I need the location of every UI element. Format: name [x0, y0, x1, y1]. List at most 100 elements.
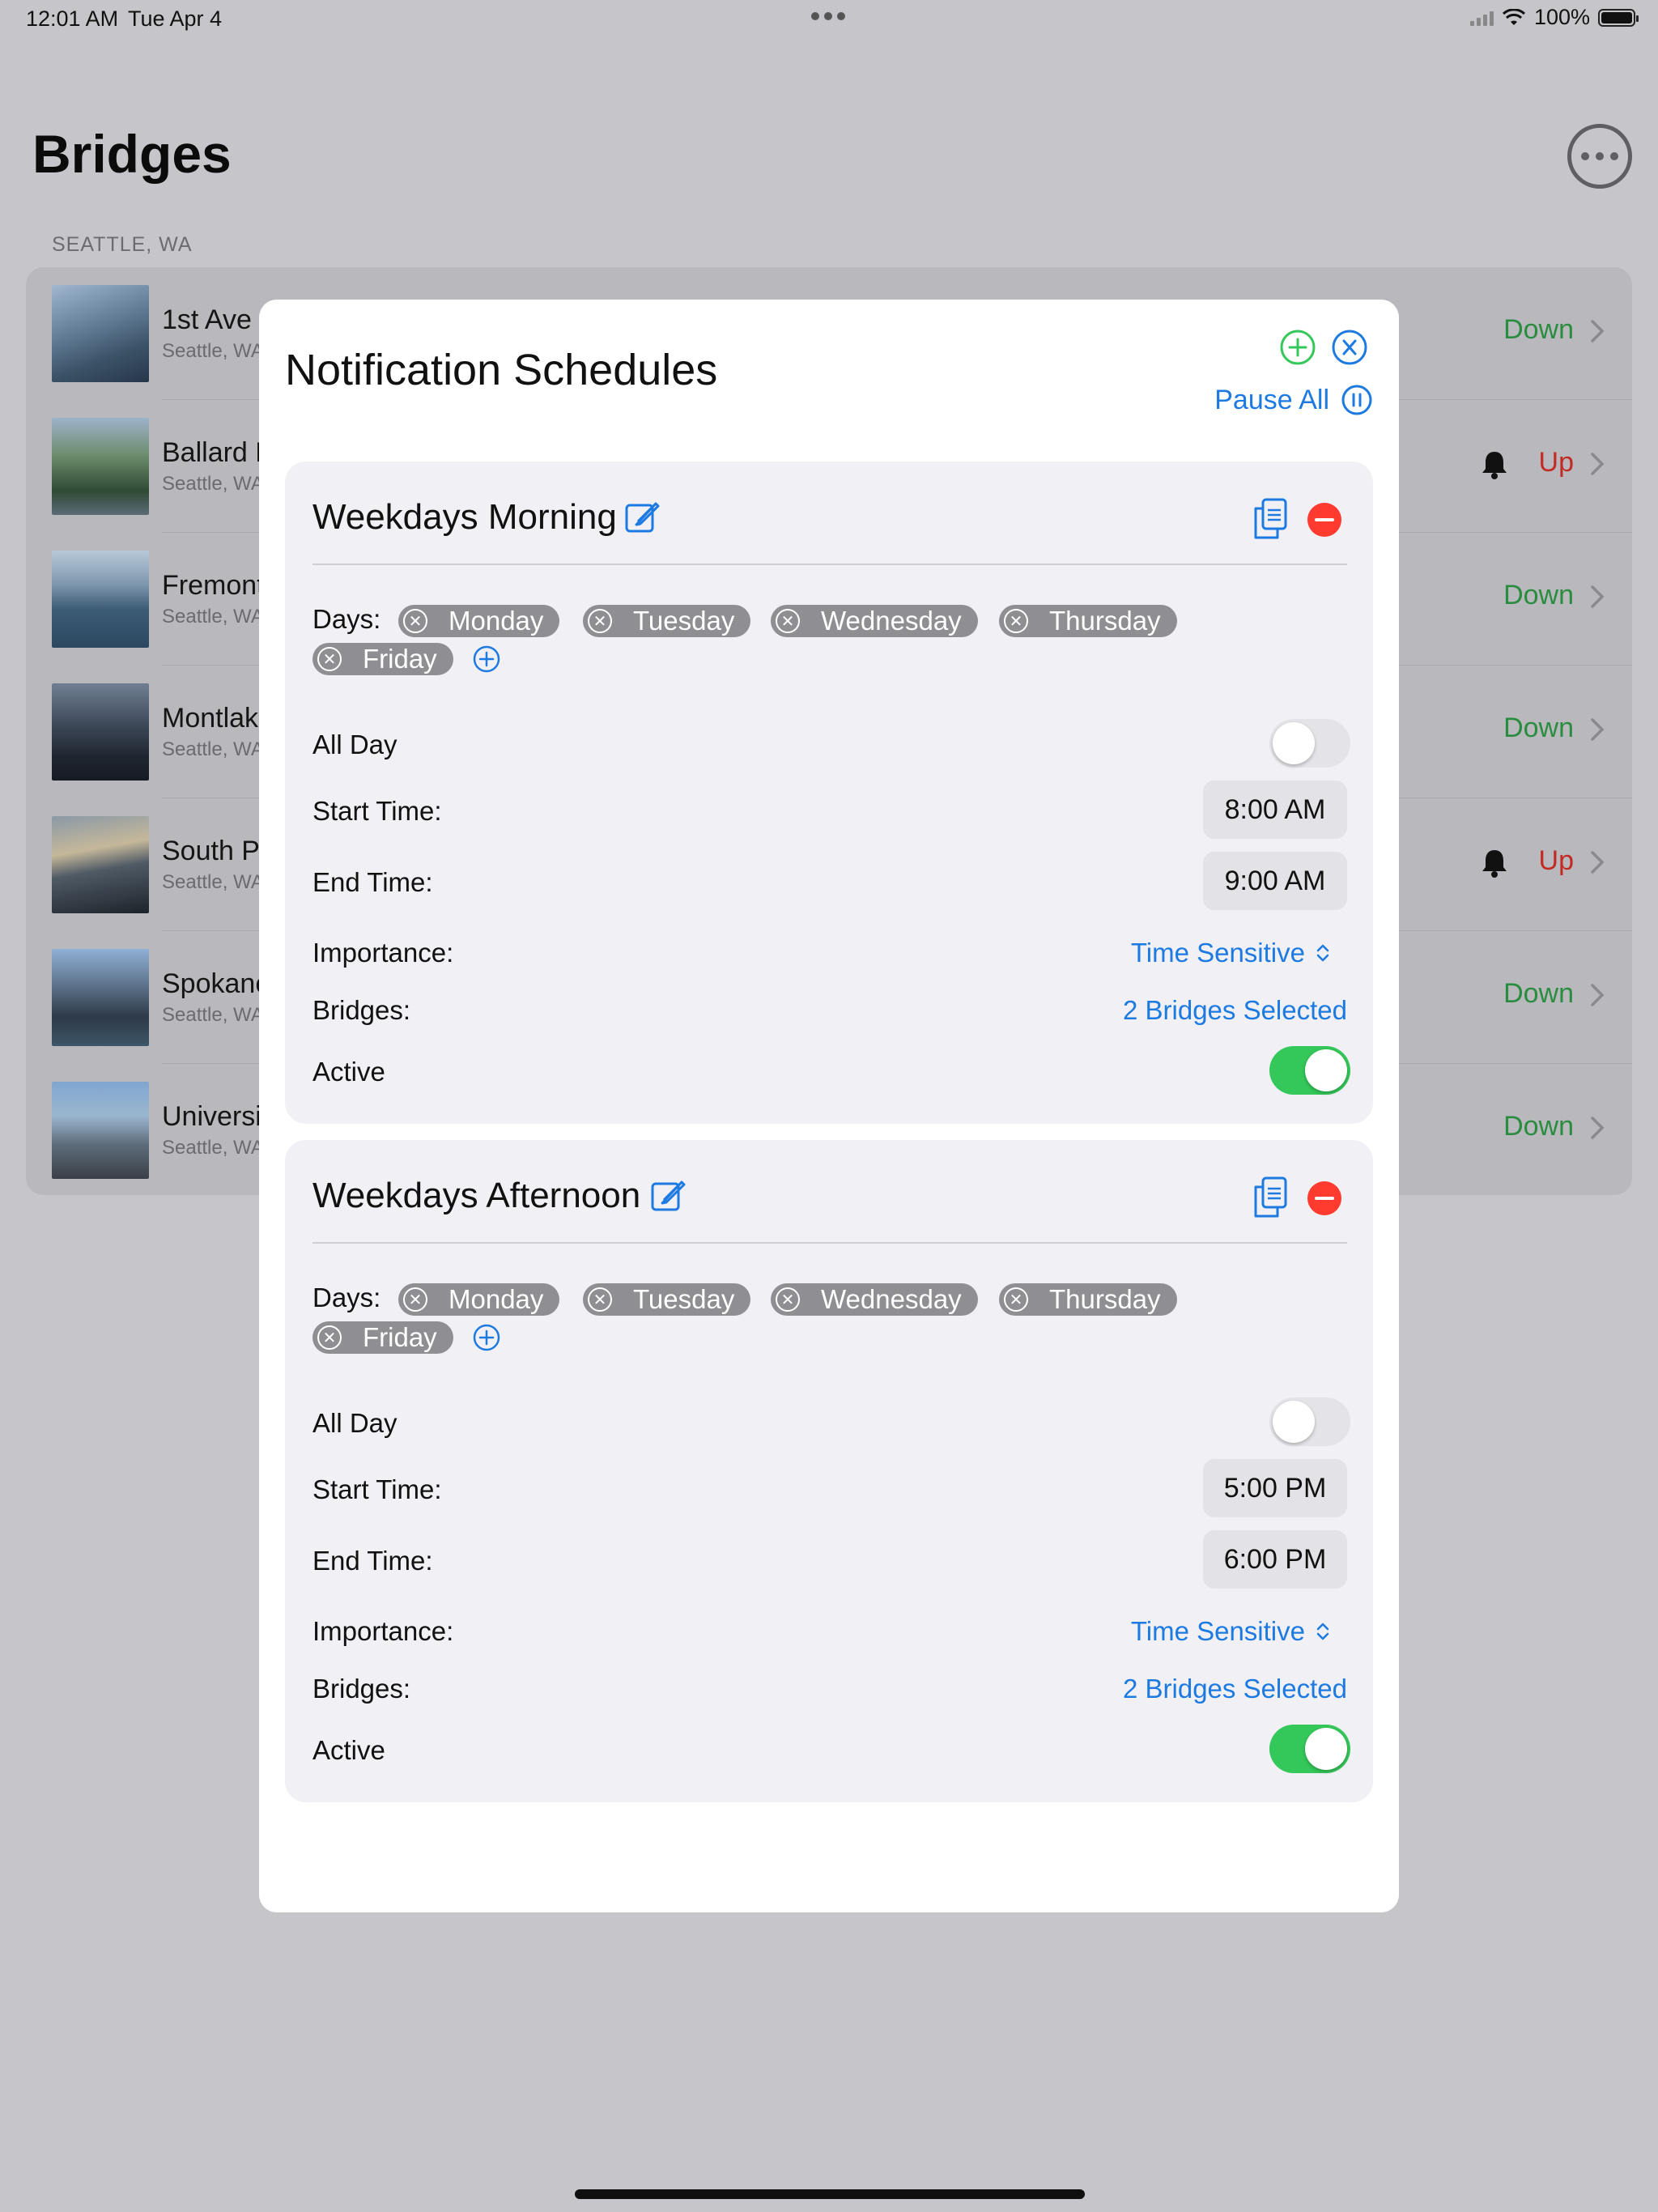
- page-title: Bridges: [32, 124, 232, 184]
- active-label: Active: [312, 1735, 385, 1765]
- day-chip-tuesday[interactable]: ✕ Tuesday: [583, 605, 751, 637]
- bell-icon: [1482, 850, 1507, 878]
- remove-day-icon[interactable]: ✕: [776, 1287, 800, 1312]
- all-day-toggle[interactable]: [1269, 719, 1350, 768]
- all-day-label: All Day: [312, 730, 397, 759]
- remove-day-icon[interactable]: ✕: [317, 1325, 342, 1350]
- chevron-right-icon: [1591, 851, 1605, 874]
- day-chip-label: Thursday: [1049, 1284, 1161, 1314]
- bridge-status: Down: [1503, 580, 1574, 610]
- bridge-location: Seattle, WA: [162, 473, 264, 495]
- remove-day-icon[interactable]: ✕: [1004, 1287, 1028, 1312]
- delete-icon[interactable]: [1307, 502, 1342, 538]
- importance-picker[interactable]: Time Sensitive: [1131, 1616, 1331, 1647]
- remove-day-icon[interactable]: ✕: [403, 1287, 427, 1312]
- bridge-thumbnail: [52, 949, 149, 1046]
- bridges-label: Bridges:: [312, 995, 411, 1025]
- schedule-name: Weekdays Morning: [312, 497, 617, 537]
- bridges-selector[interactable]: 2 Bridges Selected: [1123, 1674, 1347, 1704]
- add-schedule-icon[interactable]: [1279, 329, 1316, 366]
- importance-picker[interactable]: Time Sensitive: [1131, 938, 1331, 968]
- active-label: Active: [312, 1057, 385, 1087]
- chevron-right-icon: [1591, 320, 1605, 342]
- start-time-label: Start Time:: [312, 1474, 442, 1504]
- day-chip-wednesday[interactable]: ✕ Wednesday: [771, 1283, 978, 1316]
- bridge-name: Spokane: [162, 968, 271, 999]
- end-time-picker[interactable]: 6:00 PM: [1203, 1530, 1347, 1589]
- day-chip-label: Monday: [449, 1284, 544, 1314]
- schedule-card: Weekdays Afternoon Days: ✕ Monday ✕ Tuesda…: [285, 1140, 1373, 1802]
- bridge-name: Ballard B: [162, 437, 274, 468]
- day-chip-monday[interactable]: ✕ Monday: [398, 605, 560, 637]
- bridges-selector[interactable]: 2 Bridges Selected: [1123, 995, 1347, 1026]
- remove-day-icon[interactable]: ✕: [588, 1287, 612, 1312]
- more-options-button[interactable]: [1567, 124, 1632, 189]
- chevron-up-down-icon: [1316, 944, 1329, 962]
- active-toggle[interactable]: [1269, 1725, 1350, 1773]
- active-toggle[interactable]: [1269, 1046, 1350, 1095]
- day-chip-label: Thursday: [1049, 606, 1161, 636]
- status-right: 100%: [1469, 5, 1639, 30]
- pause-all-button[interactable]: Pause All: [1214, 384, 1373, 416]
- day-chip-label: Wednesday: [821, 1284, 962, 1314]
- home-indicator[interactable]: [575, 2189, 1085, 2199]
- all-day-toggle[interactable]: [1269, 1397, 1350, 1446]
- importance-value: Time Sensitive: [1130, 1616, 1305, 1646]
- close-icon[interactable]: [1331, 329, 1368, 366]
- chevron-right-icon: [1591, 585, 1605, 608]
- status-bar: 12:01 AM Tue Apr 4 100%: [0, 0, 1658, 39]
- multitasking-dots-icon[interactable]: [811, 10, 850, 24]
- importance-label: Importance:: [312, 1616, 454, 1646]
- battery-icon: [1598, 8, 1639, 27]
- bridge-status: Up: [1538, 447, 1574, 478]
- day-chip-friday[interactable]: ✕ Friday: [312, 643, 453, 675]
- remove-day-icon[interactable]: ✕: [1004, 609, 1028, 633]
- day-chip-tuesday[interactable]: ✕ Tuesday: [583, 1283, 751, 1316]
- day-chip-thursday[interactable]: ✕ Thursday: [999, 1283, 1177, 1316]
- duplicate-icon[interactable]: [1252, 1176, 1289, 1219]
- days-label: Days:: [312, 604, 381, 634]
- remove-day-icon[interactable]: ✕: [776, 609, 800, 633]
- duplicate-icon[interactable]: [1252, 497, 1289, 541]
- remove-day-icon[interactable]: ✕: [317, 647, 342, 671]
- edit-icon[interactable]: [649, 1177, 687, 1214]
- bridge-thumbnail: [52, 1082, 149, 1179]
- bridge-location: Seattle, WA: [162, 606, 264, 627]
- remove-day-icon[interactable]: ✕: [588, 609, 612, 633]
- chevron-right-icon: [1591, 1117, 1605, 1139]
- battery-percent: 100%: [1533, 5, 1590, 29]
- divider: [312, 564, 1347, 565]
- start-time-picker[interactable]: 5:00 PM: [1203, 1459, 1347, 1517]
- add-day-icon[interactable]: [473, 1324, 500, 1351]
- delete-icon[interactable]: [1307, 1180, 1342, 1216]
- add-day-icon[interactable]: [473, 645, 500, 673]
- day-chip-label: Tuesday: [633, 1284, 735, 1314]
- start-time-picker[interactable]: 8:00 AM: [1203, 781, 1347, 839]
- chevron-right-icon: [1591, 718, 1605, 741]
- bridge-name: Montlak: [162, 703, 259, 734]
- bridge-location: Seattle, WA: [162, 738, 264, 760]
- bridge-location: Seattle, WA: [162, 1004, 264, 1026]
- day-chip-label: Friday: [363, 644, 437, 674]
- day-chip-label: Tuesday: [633, 606, 735, 636]
- edit-icon[interactable]: [623, 499, 661, 536]
- pause-all-label: Pause All: [1214, 384, 1329, 415]
- importance-value: Time Sensitive: [1130, 938, 1305, 968]
- status-time: 12:01 AM: [26, 6, 119, 31]
- wifi-icon: [1502, 8, 1525, 25]
- status-date: Tue Apr 4: [128, 6, 223, 31]
- day-chip-wednesday[interactable]: ✕ Wednesday: [771, 605, 978, 637]
- bridge-status: Down: [1503, 1111, 1574, 1142]
- day-chip-friday[interactable]: ✕ Friday: [312, 1321, 453, 1354]
- bridge-name: South P: [162, 836, 260, 866]
- day-chip-label: Monday: [449, 606, 544, 636]
- bridge-thumbnail: [52, 551, 149, 648]
- bridges-label: Bridges:: [312, 1674, 411, 1704]
- bridge-name: Fremont: [162, 570, 265, 601]
- section-header: SEATTLE, WA: [52, 233, 193, 256]
- day-chip-monday[interactable]: ✕ Monday: [398, 1283, 560, 1316]
- day-chip-thursday[interactable]: ✕ Thursday: [999, 605, 1177, 637]
- end-time-picker[interactable]: 9:00 AM: [1203, 852, 1347, 910]
- bridge-status: Down: [1503, 314, 1574, 345]
- remove-day-icon[interactable]: ✕: [403, 609, 427, 633]
